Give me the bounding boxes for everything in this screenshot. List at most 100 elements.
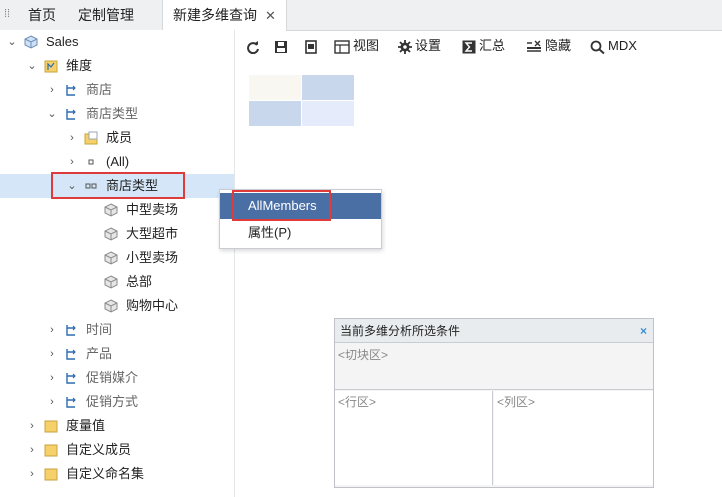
chevron-right-icon[interactable]: › — [66, 150, 78, 174]
tab-home[interactable]: 首页 — [18, 0, 66, 30]
tree-leaf[interactable]: 小型卖场 — [0, 246, 234, 270]
chevron-right-icon[interactable]: › — [46, 318, 58, 342]
tree-label: Sales — [46, 34, 79, 49]
tree-label: 时间 — [86, 322, 113, 337]
tree-label: 中型卖场 — [126, 202, 179, 217]
tree-node-promo-media[interactable]: › 促销媒介 — [0, 366, 234, 390]
tree-node-promo-method[interactable]: › 促销方式 — [0, 390, 234, 414]
tree-label: 小型卖场 — [126, 250, 179, 265]
tree-node-dimension[interactable]: ⌄ 维度 — [0, 54, 234, 78]
grid-data-cell — [302, 101, 354, 126]
save-button[interactable] — [274, 34, 291, 58]
grip-icon: ⁞⁞ — [4, 8, 11, 20]
mdx-button[interactable]: MDX — [590, 34, 637, 58]
grid-corner-cell — [249, 75, 301, 100]
summary-button[interactable]: 汇总 — [462, 34, 505, 58]
settings-button[interactable]: 设置 — [398, 34, 441, 58]
gear-icon — [398, 39, 412, 54]
tab-label: 新建多维查询 — [173, 7, 257, 23]
chevron-right-icon[interactable]: › — [46, 366, 58, 390]
close-icon[interactable]: ✕ — [265, 1, 276, 31]
tree-label: 自定义命名集 — [66, 466, 145, 481]
tree-node-store[interactable]: › 商店 — [0, 78, 234, 102]
level-icon — [85, 183, 97, 189]
tree-leaf[interactable]: 购物中心 — [0, 294, 234, 318]
hierarchy-icon — [66, 109, 76, 120]
hierarchy-icon — [66, 85, 76, 96]
tab-new-olap-query[interactable]: 新建多维查询 ✕ — [162, 0, 287, 31]
dimension-tree: ⌄ Sales ⌄ 维度 › 商店 ⌄ 商店类型 › 成员 › (All) ⌄ … — [0, 30, 235, 497]
conditions-title: 当前多维分析所选条件 — [340, 324, 461, 338]
tree-node-sales[interactable]: ⌄ Sales — [0, 30, 234, 54]
tree-node-all[interactable]: › (All) — [0, 150, 234, 174]
folder-icon — [44, 444, 58, 457]
slice-zone[interactable]: <切块区> — [335, 344, 653, 390]
chevron-down-icon[interactable]: ⌄ — [46, 102, 58, 126]
hierarchy-icon — [66, 325, 76, 336]
view-button[interactable]: 视图 — [334, 34, 379, 58]
member-cube-icon — [104, 203, 118, 217]
menu-item-properties[interactable]: 属性(P) — [220, 220, 381, 246]
tree-node-product[interactable]: › 产品 — [0, 342, 234, 366]
slice-zone-label: <切块区> — [338, 348, 389, 362]
level-icon — [88, 159, 94, 165]
column-zone-label: <列区> — [497, 395, 536, 409]
hide-icon — [527, 40, 541, 52]
hierarchy-icon — [66, 373, 76, 384]
member-cube-icon — [104, 227, 118, 241]
close-icon[interactable]: × — [640, 319, 647, 343]
hide-label: 隐藏 — [545, 38, 572, 53]
refresh-icon — [247, 40, 259, 54]
tree-node-members[interactable]: › 成员 — [0, 126, 234, 150]
chevron-down-icon[interactable]: ⌄ — [6, 30, 18, 54]
tree-label: 促销方式 — [86, 394, 139, 409]
view-label: 视图 — [353, 38, 380, 53]
tree-leaf[interactable]: 中型卖场 — [0, 198, 234, 222]
row-zone[interactable]: <行区> — [335, 391, 493, 485]
tree-label: 促销媒介 — [86, 370, 139, 385]
hierarchy-icon — [66, 349, 76, 360]
tree-label: 产品 — [86, 346, 113, 361]
chevron-right-icon[interactable]: › — [46, 390, 58, 414]
tree-node-custom-named-sets[interactable]: › 自定义命名集 — [0, 462, 234, 486]
tree-label: 商店 — [86, 82, 113, 97]
tree-label: 商店类型 — [106, 178, 159, 193]
tree-node-time[interactable]: › 时间 — [0, 318, 234, 342]
conditions-panel-header: 当前多维分析所选条件 × — [335, 319, 653, 343]
tree-label: 维度 — [66, 58, 93, 73]
menu-item-allmembers[interactable]: AllMembers — [220, 193, 381, 219]
save-as-button[interactable] — [304, 34, 321, 58]
tab-bar: ⁞⁞ 首页 定制管理 新建多维查询 ✕ — [0, 0, 722, 31]
hide-button[interactable]: 隐藏 — [526, 34, 571, 58]
grid-column-header-cell — [302, 75, 354, 100]
chevron-right-icon[interactable]: › — [46, 78, 58, 102]
chevron-right-icon[interactable]: › — [26, 438, 38, 462]
tree-node-store-type[interactable]: ⌄ 商店类型 — [0, 102, 234, 126]
tree-label: 度量值 — [66, 418, 106, 433]
settings-label: 设置 — [415, 38, 442, 53]
member-cube-icon — [104, 299, 118, 313]
tree-leaf[interactable]: 总部 — [0, 270, 234, 294]
chevron-right-icon[interactable]: › — [66, 126, 78, 150]
chevron-right-icon[interactable]: › — [26, 414, 38, 438]
tree-label: (All) — [106, 154, 130, 169]
refresh-button[interactable] — [246, 34, 263, 58]
chevron-down-icon[interactable]: ⌄ — [26, 54, 38, 78]
save-icon — [275, 40, 287, 53]
sigma-icon — [462, 40, 476, 54]
tree-node-store-type-level[interactable]: ⌄ 商店类型 — [0, 174, 234, 198]
chevron-right-icon[interactable]: › — [26, 462, 38, 486]
chevron-down-icon[interactable]: ⌄ — [66, 174, 78, 198]
tab-custom-manage[interactable]: 定制管理 — [68, 0, 144, 30]
tree-label: 自定义成员 — [66, 442, 132, 457]
magnifier-icon — [590, 40, 605, 54]
grid-row-header-cell — [249, 101, 301, 126]
tree-leaf[interactable]: 大型超市 — [0, 222, 234, 246]
tree-label: 购物中心 — [126, 298, 179, 313]
column-zone[interactable]: <列区> — [494, 391, 653, 485]
conditions-panel: 当前多维分析所选条件 × <切块区> <行区> <列区> — [334, 318, 654, 488]
tree-node-measures[interactable]: › 度量值 — [0, 414, 234, 438]
chevron-right-icon[interactable]: › — [46, 342, 58, 366]
folder-icon — [44, 468, 58, 481]
tree-node-custom-members[interactable]: › 自定义成员 — [0, 438, 234, 462]
